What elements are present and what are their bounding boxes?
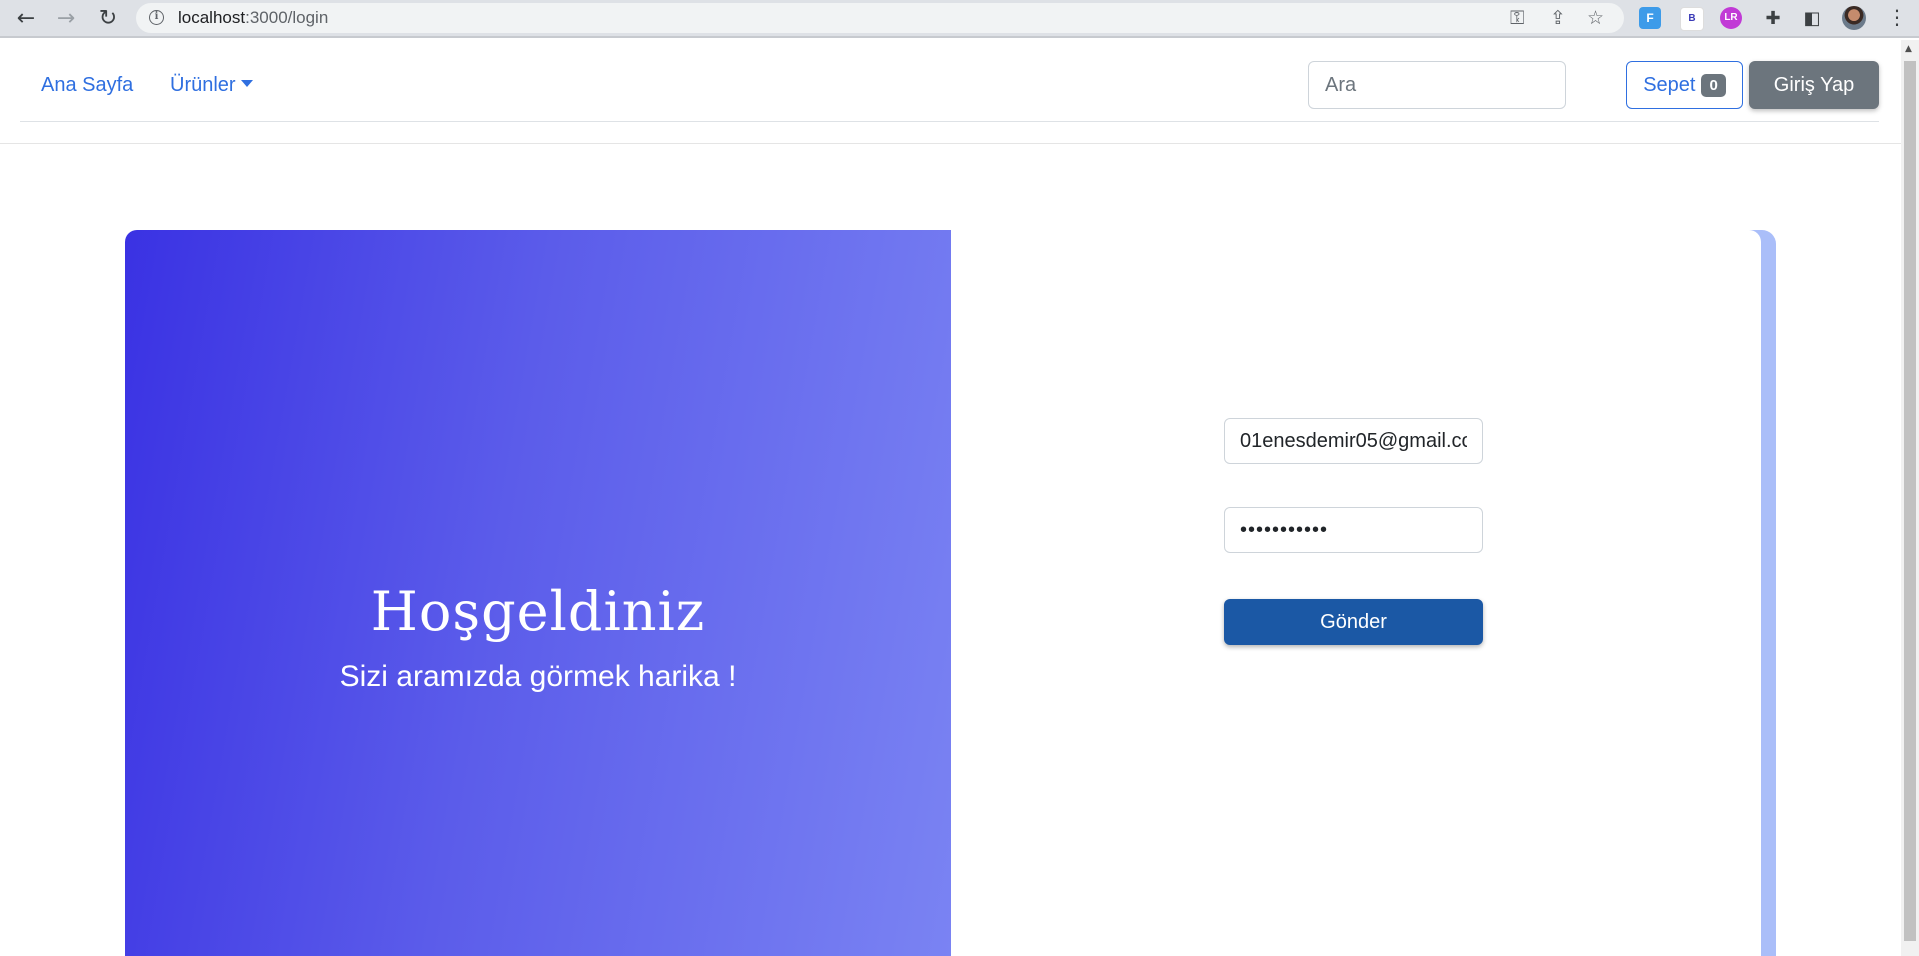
search-input[interactable] — [1308, 61, 1566, 109]
site-info-icon[interactable]: i — [149, 10, 164, 25]
nav-home-link[interactable]: Ana Sayfa — [41, 74, 133, 97]
key-icon[interactable]: ⚿ — [1510, 7, 1524, 29]
caret-down-icon — [240, 80, 253, 87]
star-icon[interactable]: ☆ — [1587, 7, 1604, 29]
scroll-up-arrow-icon[interactable]: ▲ — [1905, 44, 1912, 54]
nav-products-label: Ürünler — [170, 74, 236, 96]
browser-toolbar: ← → ↻ i localhost:3000/login ⚿ ⇪ ☆ F B L… — [0, 0, 1919, 38]
top-navbar: Ana Sayfa Ürünler Sepet 0 Giriş Yap — [20, 40, 1879, 122]
menu-kebab-icon[interactable]: ⋮ — [1887, 5, 1907, 29]
puzzle-icon[interactable]: ✚ — [1759, 5, 1787, 33]
extension-icon[interactable]: LR — [1720, 7, 1742, 29]
login-card: Hoşgeldiniz Sizi aramızda görmek harika … — [125, 230, 1761, 956]
url-text[interactable]: localhost:3000/login — [178, 8, 328, 28]
side-panel-icon[interactable]: ◧ — [1798, 5, 1826, 33]
header-divider — [0, 143, 1901, 144]
password-field[interactable] — [1224, 507, 1483, 553]
cart-count-badge: 0 — [1701, 73, 1726, 97]
address-bar[interactable]: i localhost:3000/login ⚿ ⇪ ☆ — [136, 3, 1624, 33]
profile-avatar[interactable] — [1842, 6, 1866, 30]
cart-label: Sepet — [1643, 73, 1696, 96]
cart-button[interactable]: Sepet 0 — [1626, 61, 1743, 109]
extension-icon[interactable]: B — [1680, 7, 1704, 31]
email-field[interactable] — [1224, 418, 1483, 464]
page-scrollbar[interactable]: ▲ — [1901, 40, 1919, 956]
welcome-panel: Hoşgeldiniz Sizi aramızda görmek harika … — [125, 230, 951, 956]
welcome-subtitle: Sizi aramızda görmek harika ! — [339, 660, 737, 693]
share-icon[interactable]: ⇪ — [1550, 7, 1566, 29]
scroll-thumb[interactable] — [1904, 61, 1916, 941]
nav-products-dropdown[interactable]: Ürünler — [170, 74, 253, 97]
welcome-title: Hoşgeldiniz — [370, 580, 706, 643]
submit-button[interactable]: Gönder — [1224, 599, 1483, 645]
reload-icon[interactable]: ↻ — [94, 5, 122, 33]
back-arrow-icon[interactable]: ← — [12, 5, 40, 33]
forward-arrow-icon[interactable]: → — [52, 5, 80, 33]
login-button[interactable]: Giriş Yap — [1749, 61, 1879, 109]
extension-icon[interactable]: F — [1639, 7, 1661, 29]
